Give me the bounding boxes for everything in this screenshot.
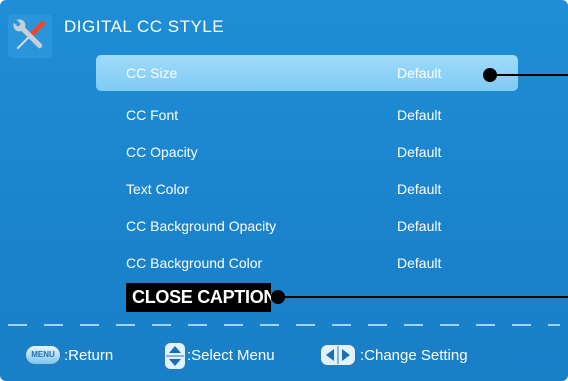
footer-divider xyxy=(8,324,560,326)
menu-item-cc-opacity[interactable]: CC Opacity Default xyxy=(96,134,518,170)
menu-item-label: CC Background Opacity xyxy=(126,218,277,234)
menu-item-cc-size[interactable]: CC Size Default xyxy=(96,55,518,91)
up-down-arrows-icon xyxy=(164,342,186,370)
tools-icon xyxy=(8,14,52,58)
menu-item-cc-font[interactable]: CC Font Default xyxy=(96,97,518,133)
menu-item-value: Default xyxy=(397,255,442,271)
menu-item-cc-background-color[interactable]: CC Background Color Default xyxy=(96,245,518,281)
return-hint: :Return xyxy=(64,347,114,364)
menu-item-text-color[interactable]: Text Color Default xyxy=(96,171,518,207)
change-setting-hint: :Change Setting xyxy=(360,347,468,364)
menu-item-value: Default xyxy=(397,144,442,160)
callout-line xyxy=(490,74,568,76)
menu-item-value: Default xyxy=(397,218,442,234)
menu-item-label: CC Opacity xyxy=(126,144,198,160)
menu-item-label: CC Size xyxy=(126,65,178,81)
menu-title: DIGITAL CC STYLE xyxy=(64,17,225,36)
footer-hints: MENU :Return :Select Menu :Change Settin… xyxy=(0,336,568,376)
menu-item-value: Default xyxy=(397,107,442,123)
menu-item-cc-background-opacity[interactable]: CC Background Opacity Default xyxy=(96,208,518,244)
osd-menu-panel: DIGITAL CC STYLE CC Size Default CC Font… xyxy=(0,0,568,381)
menu-item-label: CC Background Color xyxy=(126,255,263,271)
menu-item-label: CC Font xyxy=(126,107,179,123)
left-right-arrows-icon xyxy=(320,344,356,366)
menu-item-value: Default xyxy=(397,65,442,81)
select-menu-hint: :Select Menu xyxy=(187,347,275,364)
close-caption-preview: CLOSE CAPTION xyxy=(126,283,271,312)
callout-line xyxy=(278,296,568,298)
menu-item-label: Text Color xyxy=(126,181,190,197)
menu-key-icon: MENU xyxy=(25,345,61,365)
menu-item-value: Default xyxy=(397,181,442,197)
